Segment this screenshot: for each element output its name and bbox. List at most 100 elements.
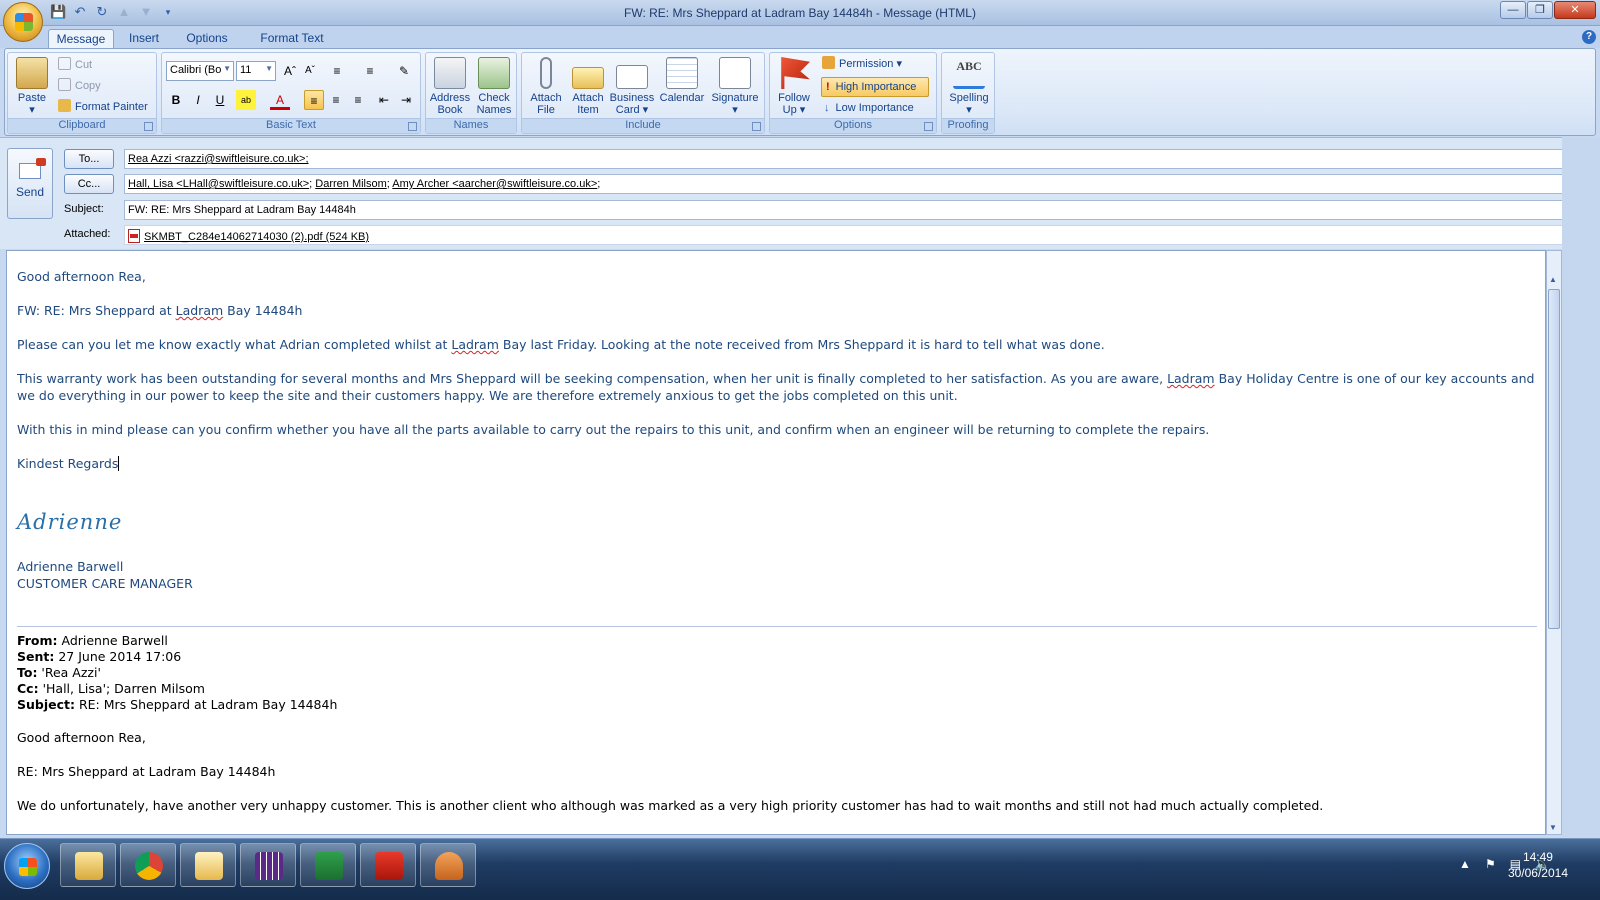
office-button[interactable] [3, 2, 43, 42]
clock-date: 30/06/2014 [1507, 866, 1568, 880]
shrink-font-icon[interactable]: Aˇ [300, 61, 320, 81]
underline-icon[interactable]: U [210, 90, 230, 110]
tab-format-text[interactable]: Format Text [250, 29, 334, 48]
taskbar-chrome[interactable] [120, 843, 176, 887]
taskbar-sage[interactable] [300, 843, 356, 887]
bullets-icon[interactable]: ≡ [327, 61, 347, 81]
scroll-up-icon[interactable]: ▲ [1549, 275, 1557, 284]
basic-text-launcher-icon[interactable] [408, 122, 417, 131]
options-launcher-icon[interactable] [924, 122, 933, 131]
paste-button[interactable]: Paste ▾ [12, 57, 52, 116]
send-button[interactable]: Send [7, 148, 53, 219]
clipboard-launcher-icon[interactable] [144, 122, 153, 131]
font-size-combo[interactable]: 11 ▼ [236, 61, 276, 81]
signature-button[interactable]: Signature ▾ [708, 57, 762, 116]
taskbar-outlook[interactable] [180, 843, 236, 887]
numbering-icon[interactable]: ≡ [360, 61, 380, 81]
increase-indent-icon[interactable]: ⇥ [396, 90, 416, 110]
taskbar-app-grid[interactable] [240, 843, 296, 887]
quoted-paragraph-1: We do unfortunately, have another very u… [17, 798, 1324, 813]
font-name-combo[interactable]: Calibri (Bo ▼ [166, 61, 234, 81]
tab-message[interactable]: Message [48, 29, 114, 48]
taskbar-acrobat[interactable] [360, 843, 416, 887]
message-header: Send To... Cc... Subject: Attached: Rea … [0, 137, 1600, 249]
attach-file-button[interactable]: Attach File [524, 57, 568, 116]
address-book-button[interactable]: Address Book [428, 57, 472, 116]
business-card-button[interactable]: Business Card ▾ [608, 57, 656, 116]
permission-button[interactable]: Permission ▾ [822, 55, 902, 73]
names-label: Names [426, 118, 516, 133]
window-title: FW: RE: Mrs Sheppard at Ladram Bay 14484… [624, 6, 976, 20]
to-button[interactable]: To... [64, 149, 114, 169]
format-painter-button[interactable]: Format Painter [58, 98, 148, 116]
include-launcher-icon[interactable] [752, 122, 761, 131]
help-icon[interactable]: ? [1582, 30, 1596, 44]
clipboard-group: Paste ▾ Cut Copy Format Painter Clipboard [7, 52, 157, 134]
dropdown-arrow-icon: ▼ [265, 64, 273, 73]
send-icon [19, 158, 46, 179]
styles-icon[interactable]: ✎ [394, 61, 414, 81]
spelling-button[interactable]: ABC Spelling ▾ [944, 57, 994, 116]
text-cursor [118, 456, 120, 471]
person-icon [435, 852, 463, 880]
start-button[interactable] [4, 843, 50, 889]
red-flag-icon [781, 57, 810, 89]
message-body[interactable]: Good afternoon Rea, FW: RE: Mrs Sheppard… [6, 250, 1546, 835]
grow-font-icon[interactable]: Aˆ [280, 61, 300, 81]
clipboard-label: Clipboard [8, 118, 156, 133]
attachment-link[interactable]: SKMBT_C284e14062714030 (2).pdf (524 KB) [144, 231, 369, 243]
align-left-icon[interactable]: ≡ [304, 90, 324, 110]
title-bar: 💾 ↶ ↻ ▲ ▼ ▾ FW: RE: Mrs Sheppard at Ladr… [0, 0, 1600, 26]
quoted-body: Good afternoon Rea, RE: Mrs Sheppard at … [17, 729, 1537, 814]
cc-field[interactable]: Hall, Lisa <LHall@swiftleisure.co.uk>; D… [124, 174, 1594, 194]
quoted-subject-line: RE: Mrs Sheppard at Ladram Bay 14484h [17, 764, 276, 779]
names-group: Address Book Check Names Names [425, 52, 517, 134]
attach-item-button[interactable]: Attach Item [566, 57, 610, 116]
close-button[interactable]: ✕ [1554, 1, 1596, 19]
scroll-down-icon[interactable]: ▼ [1549, 823, 1557, 832]
decrease-indent-icon[interactable]: ⇤ [374, 90, 394, 110]
cut-button[interactable]: Cut [58, 56, 92, 74]
options-group: Follow Up ▾ Permission ▾ ! High Importanc… [769, 52, 937, 134]
font-color-icon[interactable]: A [270, 90, 290, 110]
signature-title: CUSTOMER CARE MANAGER [17, 576, 193, 591]
scroll-thumb[interactable] [1548, 289, 1560, 629]
taskbar-messenger[interactable] [420, 843, 476, 887]
spelling-abc-icon: ABC [953, 57, 985, 89]
calendar-button[interactable]: Calendar [658, 57, 706, 104]
subject-label: Subject: [64, 203, 104, 215]
taskbar-explorer[interactable] [60, 843, 116, 887]
restore-button[interactable]: ❐ [1527, 1, 1553, 19]
bold-icon[interactable]: B [166, 90, 186, 110]
to-recipient[interactable]: Rea Azzi <razzi@swiftleisure.co.uk>; [128, 153, 309, 165]
subject-field[interactable]: FW: RE: Mrs Sheppard at Ladram Bay 14484… [124, 200, 1594, 220]
highlight-icon[interactable]: ab [236, 90, 256, 110]
folder-icon [75, 852, 103, 880]
tab-options[interactable]: Options [180, 29, 234, 48]
minimize-button[interactable]: — [1500, 1, 1526, 19]
attachment-field[interactable]: SKMBT_C284e14062714030 (2).pdf (524 KB) [124, 225, 1594, 245]
follow-up-button[interactable]: Follow Up ▾ [772, 57, 816, 116]
misspelled-word: Ladram [1167, 371, 1215, 386]
high-importance-button[interactable]: ! High Importance [821, 77, 929, 97]
cc-button[interactable]: Cc... [64, 174, 114, 194]
cc-recipient[interactable]: Darren Milsom [315, 178, 387, 190]
show-hidden-icons-icon[interactable]: ▲ [1459, 857, 1471, 871]
signature-icon [719, 57, 751, 89]
align-right-icon[interactable]: ≡ [348, 90, 368, 110]
options-label: Options [770, 118, 936, 133]
check-names-button[interactable]: Check Names [472, 57, 516, 116]
taskbar-clock[interactable]: 14:49 30/06/2014 [1508, 849, 1568, 881]
italic-icon[interactable]: I [188, 90, 208, 110]
vertical-scrollbar[interactable]: ▲ ▼ [1546, 250, 1562, 835]
cc-recipient[interactable]: Hall, Lisa <LHall@swiftleisure.co.uk> [128, 178, 309, 190]
quoted-header: From: Adrienne Barwell Sent: 27 June 201… [17, 633, 338, 712]
to-field[interactable]: Rea Azzi <razzi@swiftleisure.co.uk>; [124, 149, 1594, 169]
copy-button[interactable]: Copy [58, 77, 101, 95]
action-center-flag-icon[interactable]: ⚑ [1485, 857, 1496, 871]
align-center-icon[interactable]: ≡ [326, 90, 346, 110]
low-importance-button[interactable]: ↓ Low Importance [824, 99, 914, 117]
tab-insert[interactable]: Insert [122, 29, 166, 48]
cc-recipient[interactable]: Amy Archer <aarcher@swiftleisure.co.uk> [392, 178, 597, 190]
grid-app-icon [255, 852, 283, 880]
